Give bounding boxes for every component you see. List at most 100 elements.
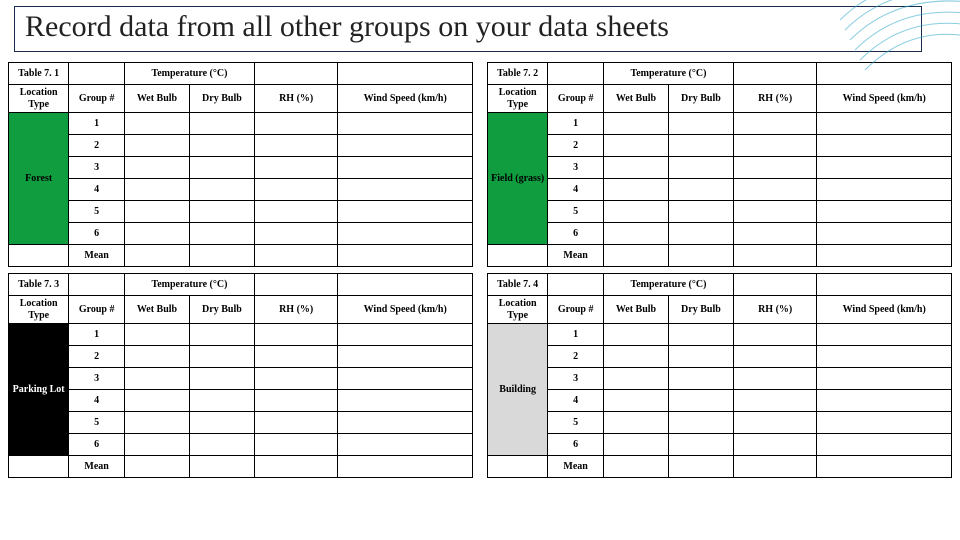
data-cell [124,201,189,223]
col-rh: RH (%) [733,296,817,324]
blank-header [254,274,338,296]
group-cell: 4 [548,179,604,201]
group-cell: 1 [548,324,604,346]
data-cell [254,245,338,267]
group-cell: 6 [69,223,125,245]
data-cell [603,324,668,346]
blank-header [733,274,817,296]
col-group: Group # [548,296,604,324]
data-cell [254,434,338,456]
data-cell [254,201,338,223]
location-cell: Parking Lot [9,324,69,456]
data-cell [817,368,952,390]
group-cell: 6 [548,223,604,245]
col-wind: Wind Speed (km/h) [338,85,473,113]
data-cell [733,324,817,346]
group-cell: 4 [548,390,604,412]
data-cell [733,456,817,478]
group-cell: 1 [69,113,125,135]
data-cell [124,390,189,412]
col-wet: Wet Bulb [603,296,668,324]
data-cell [603,368,668,390]
location-cell: Field (grass) [488,113,548,245]
data-cell [338,434,473,456]
data-cell [668,456,733,478]
data-cell [189,135,254,157]
col-wind: Wind Speed (km/h) [817,296,952,324]
data-cell [733,390,817,412]
data-cell [254,456,338,478]
data-cell [124,456,189,478]
data-cell [668,390,733,412]
mean-label: Mean [69,245,125,267]
blank-header [338,274,473,296]
data-cell [338,456,473,478]
data-cell [124,434,189,456]
group-cell: 2 [548,346,604,368]
blank-header [548,274,604,296]
data-cell [338,368,473,390]
data-cell [733,179,817,201]
data-cell [189,390,254,412]
data-cell [254,157,338,179]
col-rh: RH (%) [733,85,817,113]
data-cell [189,324,254,346]
blank-header [548,63,604,85]
data-cell [124,223,189,245]
group-cell: 5 [69,412,125,434]
data-cell [603,179,668,201]
col-wet: Wet Bulb [124,296,189,324]
blank-header [733,63,817,85]
data-cell [733,245,817,267]
data-cell [733,113,817,135]
data-cell [189,201,254,223]
group-cell: 1 [69,324,125,346]
col-dry: Dry Bulb [668,296,733,324]
data-cell [603,434,668,456]
table-label: Table 7. 3 [9,274,69,296]
data-cell [668,179,733,201]
col-location: Location Type [488,296,548,324]
data-cell [254,113,338,135]
data-cell [668,201,733,223]
data-cell [124,245,189,267]
col-dry: Dry Bulb [189,85,254,113]
group-cell: 4 [69,390,125,412]
table-label: Table 7. 1 [9,63,69,85]
col-dry: Dry Bulb [189,296,254,324]
data-cell [733,434,817,456]
mean-label: Mean [69,456,125,478]
col-wet: Wet Bulb [603,85,668,113]
blank-cell [488,456,548,478]
data-cell [817,179,952,201]
data-cell [817,434,952,456]
data-cell [668,434,733,456]
data-cell [603,456,668,478]
data-cell [668,223,733,245]
data-cell [817,456,952,478]
blank-header [817,274,952,296]
group-cell: 6 [548,434,604,456]
data-cell [603,245,668,267]
data-cell [189,245,254,267]
data-cell [254,368,338,390]
temp-header: Temperature (°C) [603,274,733,296]
data-cell [603,113,668,135]
data-cell [254,179,338,201]
temp-header: Temperature (°C) [124,63,254,85]
mean-label: Mean [548,245,604,267]
data-cell [817,113,952,135]
data-cell [817,245,952,267]
col-group: Group # [69,296,125,324]
data-cell [124,412,189,434]
group-cell: 2 [548,135,604,157]
data-cell [189,223,254,245]
data-cell [338,245,473,267]
data-cell [338,113,473,135]
data-cell [603,412,668,434]
data-cell [817,346,952,368]
group-cell: 6 [69,434,125,456]
data-cell [124,113,189,135]
data-cell [338,157,473,179]
data-cell [254,135,338,157]
